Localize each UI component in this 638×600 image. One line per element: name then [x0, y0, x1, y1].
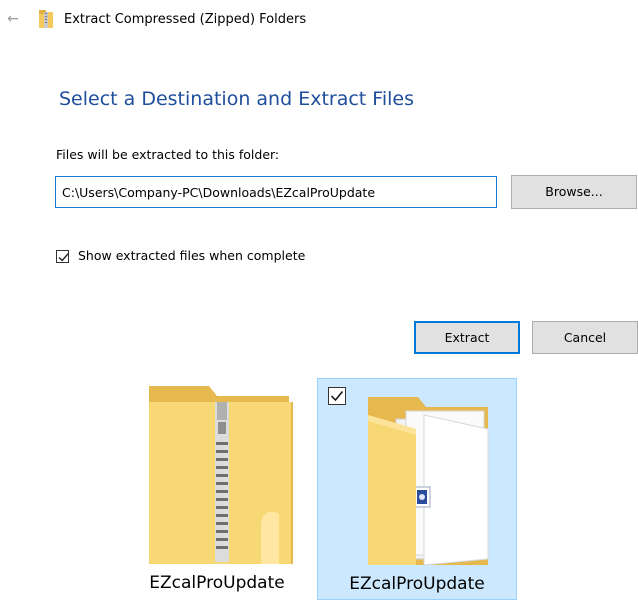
destination-label: Files will be extracted to this folder: — [56, 147, 280, 162]
extract-dialog: ← Extract Compressed (Zipped) Folders Se… — [0, 0, 638, 600]
folder-large-icon — [368, 397, 489, 566]
browse-button[interactable]: Browse... — [511, 175, 637, 209]
extract-button[interactable]: Extract — [414, 321, 520, 354]
file-name: EZcalProUpdate — [349, 574, 485, 594]
page-heading: Select a Destination and Extract Files — [59, 88, 414, 110]
zip-folder-icon — [39, 10, 53, 28]
destination-path-input[interactable] — [55, 176, 497, 208]
dialog-title: Extract Compressed (Zipped) Folders — [64, 12, 307, 27]
cancel-button[interactable]: Cancel — [532, 321, 638, 354]
file-item-folder[interactable]: EZcalProUpdate — [317, 378, 517, 600]
zip-folder-large-icon — [149, 386, 293, 564]
back-arrow-icon[interactable]: ← — [5, 11, 21, 27]
checkmark-icon — [58, 253, 69, 262]
file-name: EZcalProUpdate — [149, 573, 285, 593]
show-files-checkbox[interactable] — [56, 250, 69, 263]
show-files-label: Show extracted files when complete — [78, 248, 306, 263]
file-item-zip[interactable]: EZcalProUpdate — [117, 378, 317, 600]
